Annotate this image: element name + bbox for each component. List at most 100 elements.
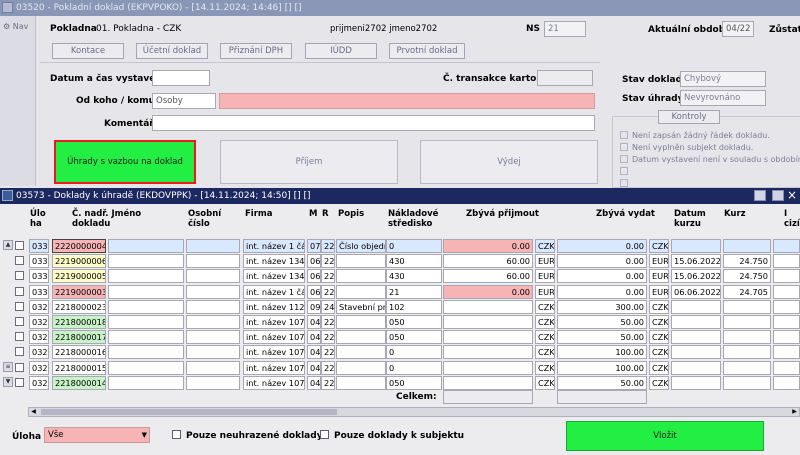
cell-mena1[interactable]: EUR	[535, 285, 555, 299]
cell-popis[interactable]	[336, 285, 386, 299]
cell-prijmout[interactable]: 60.00	[443, 269, 533, 283]
cell-mena1[interactable]: CZK	[535, 376, 555, 390]
komentar-field[interactable]	[152, 115, 595, 131]
cell-popis[interactable]: Stavební prá	[336, 300, 386, 314]
cell-popis[interactable]	[336, 376, 386, 390]
cell-vydat[interactable]: 100.00	[557, 361, 647, 375]
cell-datum[interactable]: 06.06.2022	[671, 285, 721, 299]
cell-jmeno[interactable]	[108, 376, 184, 390]
scrollbar-thumb[interactable]	[41, 409, 337, 415]
prvotni-doklad-button[interactable]: Prvotní doklad	[389, 43, 465, 59]
cell-mena2[interactable]: EUR	[649, 254, 669, 268]
cell-m[interactable]: 04	[307, 376, 321, 390]
cell-datum[interactable]	[671, 315, 721, 329]
cell-osobni[interactable]	[186, 285, 240, 299]
cell-prijmout[interactable]: 0.00	[443, 285, 533, 299]
cell-kurz[interactable]	[723, 376, 771, 390]
cell-prijmout[interactable]	[443, 315, 533, 329]
uloha-select[interactable]: Vše ▼	[44, 427, 150, 443]
cell-firma[interactable]: int. název 1344	[243, 254, 305, 268]
cell-popis[interactable]	[336, 361, 386, 375]
window1-titlebar[interactable]: 03520 - Pokladní doklad (EKPVPOKO) - [14…	[0, 0, 800, 16]
cell-stredisko[interactable]: 0	[386, 345, 442, 359]
transakce-field[interactable]	[537, 70, 593, 86]
window2-titlebar[interactable]: 03573 - Doklady k úhradě (EKDOVPPK) - [1…	[0, 188, 800, 204]
cell-r[interactable]: 22	[321, 361, 335, 375]
scroll-handle-icon[interactable]: ≡	[3, 362, 13, 372]
cell-stredisko[interactable]: 430	[386, 254, 442, 268]
cell-osobni[interactable]	[186, 269, 240, 283]
cell-m[interactable]: 07	[307, 239, 321, 253]
kontroly-item[interactable]: Není vyplněn subjekt dokladu.	[620, 143, 800, 154]
cell-r[interactable]: 22	[321, 254, 335, 268]
cell-kurz[interactable]	[723, 330, 771, 344]
cell-datum[interactable]: 15.06.2022	[671, 254, 721, 268]
cell-popis[interactable]	[336, 254, 386, 268]
cell-mena2[interactable]: EUR	[649, 285, 669, 299]
cell-firma[interactable]: int. název 1125	[243, 300, 305, 314]
kontroly-item[interactable]	[620, 167, 800, 178]
uhrady-s-vazbou-button[interactable]: Úhrady s vazbou na doklad	[54, 140, 196, 184]
cell-jmeno[interactable]	[108, 361, 184, 375]
cell-prijmout[interactable]	[443, 376, 533, 390]
datum-field[interactable]	[152, 70, 210, 86]
cell-uloha[interactable]: 032	[29, 330, 49, 344]
cell-mena1[interactable]: CZK	[535, 315, 555, 329]
cell-cizi[interactable]	[773, 345, 800, 359]
cell-osobni[interactable]	[186, 330, 240, 344]
cell-prijmout[interactable]	[443, 330, 533, 344]
cell-kurz[interactable]	[723, 315, 771, 329]
vydej-button[interactable]: Výdej	[420, 140, 598, 184]
scroll-right-icon[interactable]: ▶	[790, 408, 799, 416]
cell-jmeno[interactable]	[108, 345, 184, 359]
cell-uloha[interactable]: 033	[29, 269, 49, 283]
cell-osobni[interactable]	[186, 361, 240, 375]
cell-cislo[interactable]: 2220000004	[52, 239, 106, 253]
cell-osobni[interactable]	[186, 239, 240, 253]
cell-datum[interactable]: 15.06.2022	[671, 269, 721, 283]
cell-mena1[interactable]: CZK	[535, 361, 555, 375]
row-checkbox[interactable]	[15, 332, 24, 341]
cell-m[interactable]: 04	[307, 345, 321, 359]
row-checkbox[interactable]	[15, 271, 24, 280]
row-checkbox[interactable]	[15, 302, 24, 311]
cell-datum[interactable]	[671, 345, 721, 359]
cell-r[interactable]: 22	[321, 330, 335, 344]
cell-cislo[interactable]: 2218000015	[52, 361, 106, 375]
ucetni-doklad-button[interactable]: Účetní doklad	[136, 43, 208, 59]
cell-m[interactable]: 04	[307, 315, 321, 329]
cell-cizi[interactable]	[773, 376, 800, 390]
neuhrazene-checkbox[interactable]	[172, 430, 181, 439]
row-checkbox[interactable]	[15, 347, 24, 356]
ns-field[interactable]: 21	[544, 21, 586, 37]
kontroly-item[interactable]: Datum vystavení není v souladu s obdobím…	[620, 155, 800, 166]
cell-stredisko[interactable]: 050	[386, 330, 442, 344]
stav-dokladu-field[interactable]: Chybový	[680, 71, 766, 87]
cell-popis[interactable]	[336, 315, 386, 329]
cell-vydat[interactable]: 100.00	[557, 345, 647, 359]
cell-mena1[interactable]: CZK	[535, 300, 555, 314]
close-icon[interactable]: ×	[787, 188, 797, 202]
cell-uloha[interactable]: 032	[29, 345, 49, 359]
nav-button[interactable]: ⚙ Nav	[3, 22, 28, 31]
cell-vydat[interactable]: 50.00	[557, 315, 647, 329]
cell-mena2[interactable]: CZK	[649, 300, 669, 314]
cell-mena2[interactable]: CZK	[649, 361, 669, 375]
prijem-button[interactable]: Příjem	[220, 140, 398, 184]
cell-r[interactable]: 22	[321, 239, 335, 253]
cell-firma[interactable]: int. název 1071	[243, 376, 305, 390]
cell-kurz[interactable]	[723, 361, 771, 375]
cell-cislo[interactable]: 2218000023	[52, 300, 106, 314]
cell-prijmout[interactable]	[443, 361, 533, 375]
cell-mena1[interactable]: EUR	[535, 254, 555, 268]
cell-uloha[interactable]: 033	[29, 239, 49, 253]
cell-firma[interactable]: int. název 1344	[243, 269, 305, 283]
cell-mena2[interactable]: CZK	[649, 376, 669, 390]
cell-uloha[interactable]: 033	[29, 285, 49, 299]
cell-vydat[interactable]: 0.00	[557, 239, 647, 253]
row-checkbox[interactable]	[15, 378, 24, 387]
cell-m[interactable]: 04	[307, 361, 321, 375]
cell-jmeno[interactable]	[108, 269, 184, 283]
cell-cizi[interactable]	[773, 330, 800, 344]
od-koho-subject-field[interactable]	[219, 93, 595, 109]
